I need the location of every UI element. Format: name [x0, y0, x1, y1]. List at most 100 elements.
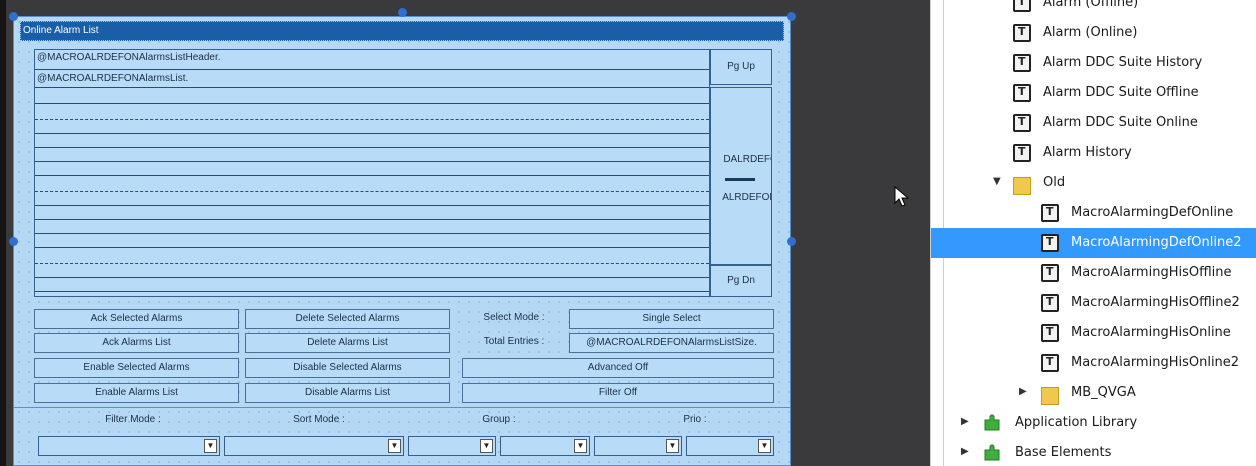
advanced-off-button[interactable]: Advanced Off	[462, 358, 774, 378]
template-icon	[1041, 234, 1059, 252]
prio-dropdown-a[interactable]: ▼	[594, 436, 682, 456]
list-row	[35, 264, 709, 278]
list-row	[35, 104, 709, 120]
tree-item-label: Alarm (Online)	[1043, 25, 1138, 40]
tree-item-label: Application Library	[1015, 415, 1138, 430]
tree-item-application-library[interactable]: ▶ Application Library	[931, 408, 1256, 438]
template-icon	[1013, 24, 1031, 42]
list-row	[35, 120, 709, 134]
group-dropdown-b[interactable]: ▼	[500, 436, 590, 456]
list-row	[35, 148, 709, 162]
expand-arrow-icon[interactable]: ▶	[961, 446, 969, 457]
template-icon	[1013, 54, 1031, 72]
list-row	[35, 192, 709, 206]
tree-item-label: Alarm DDC Suite History	[1043, 55, 1203, 70]
list-row	[35, 206, 709, 220]
template-icon	[1041, 324, 1059, 342]
chevron-down-icon[interactable]: ▼	[758, 439, 771, 453]
tree-item-alarm-ddc-online[interactable]: Alarm DDC Suite Online	[931, 108, 1256, 138]
designer-canvas[interactable]: Online Alarm List @MACROALRDEFONAlarmsLi…	[0, 0, 930, 466]
list-size-field[interactable]: @MACROALRDEFONAlarmsListSize.	[569, 333, 774, 353]
resize-handle[interactable]	[9, 237, 18, 246]
scroll-thumb[interactable]	[725, 178, 755, 181]
expand-arrow-icon[interactable]: ▶	[1019, 386, 1027, 397]
tree-item-alarm-ddc-history[interactable]: Alarm DDC Suite History	[931, 48, 1256, 78]
list-row	[35, 176, 709, 192]
tree-folder-old[interactable]: ▼ Old	[931, 168, 1256, 198]
template-icon	[1013, 84, 1031, 102]
tree-item-label: Alarm (Offline)	[1043, 0, 1139, 10]
group-label: Group :	[482, 414, 516, 425]
tree-folder-mb-qvga[interactable]: ▶ MB_QVGA	[931, 378, 1256, 408]
resize-handle[interactable]	[787, 12, 796, 21]
list-row	[35, 248, 709, 264]
frame-title[interactable]: Online Alarm List	[20, 21, 784, 41]
project-tree[interactable]: Alarm (Offline) Alarm (Online) Alarm DDC…	[930, 0, 1256, 466]
disable-alarms-list-button[interactable]: Disable Alarms List	[245, 383, 450, 403]
delete-alarms-list-button[interactable]: Delete Alarms List	[245, 333, 450, 353]
ack-selected-alarms-button[interactable]: Ack Selected Alarms	[34, 309, 239, 329]
alarm-listbox[interactable]: @MACROALRDEFONAlarmsListHeader. @MACROAL…	[34, 49, 710, 297]
ack-alarms-list-button[interactable]: Ack Alarms List	[34, 333, 239, 353]
list-scrollbar[interactable]: DALRDEFON ALRDEFONM	[710, 87, 772, 265]
tree-item-def-online2[interactable]: MacroAlarmingDefOnline2	[931, 228, 1256, 258]
tree-item-his-online[interactable]: MacroAlarmingHisOnline	[931, 318, 1256, 348]
template-icon	[1013, 114, 1031, 132]
list-row	[35, 162, 709, 176]
tree-item-label: Alarm History	[1043, 145, 1132, 160]
chevron-down-icon[interactable]: ▼	[388, 439, 401, 453]
tree-item-alarm-ddc-offline[interactable]: Alarm DDC Suite Offline	[931, 78, 1256, 108]
tree-item-his-offline2[interactable]: MacroAlarmingHisOffline2	[931, 288, 1256, 318]
tree-item-label: MB_QVGA	[1071, 385, 1136, 400]
resize-handle[interactable]	[398, 8, 407, 17]
canvas-edge	[0, 0, 6, 466]
list-row	[35, 234, 709, 248]
tree-item-alarm-history[interactable]: Alarm History	[931, 138, 1256, 168]
tree-item-label: Alarm DDC Suite Offline	[1043, 85, 1199, 100]
tree-item-def-online[interactable]: MacroAlarmingDefOnline	[931, 198, 1256, 228]
page-up-button[interactable]: Pg Up	[710, 49, 772, 85]
single-select-button[interactable]: Single Select	[569, 309, 774, 329]
template-icon	[1041, 354, 1059, 372]
tree-item-label: Base Elements	[1015, 445, 1112, 460]
enable-selected-alarms-button[interactable]: Enable Selected Alarms	[34, 358, 239, 378]
prio-dropdown-b[interactable]: ▼	[686, 436, 774, 456]
tree-item-alarm-online[interactable]: Alarm (Online)	[931, 18, 1256, 48]
select-mode-label: Select Mode :	[483, 312, 545, 323]
chevron-down-icon[interactable]: ▼	[666, 439, 679, 453]
puzzle-icon	[984, 444, 1000, 461]
template-icon	[1013, 144, 1031, 162]
alarm-list-frame[interactable]: Online Alarm List @MACROALRDEFONAlarmsLi…	[13, 16, 791, 466]
tree-item-his-online2[interactable]: MacroAlarmingHisOnline2	[931, 348, 1256, 378]
tree-item-label: Old	[1043, 175, 1066, 190]
tree-item-base-elements[interactable]: ▶ Base Elements	[931, 438, 1256, 466]
chevron-down-icon[interactable]: ▼	[574, 439, 587, 453]
expand-arrow-icon[interactable]: ▼	[993, 176, 1001, 187]
chevron-down-icon[interactable]: ▼	[204, 439, 217, 453]
chevron-down-icon[interactable]: ▼	[480, 439, 493, 453]
group-dropdown-a[interactable]: ▼	[408, 436, 496, 456]
list-row	[35, 134, 709, 148]
page-down-button[interactable]: Pg Dn	[710, 265, 772, 297]
tree-item-alarm-offline[interactable]: Alarm (Offline)	[931, 0, 1256, 18]
tree-item-label: MacroAlarmingHisOnline2	[1071, 355, 1240, 370]
disable-selected-alarms-button[interactable]: Disable Selected Alarms	[245, 358, 450, 378]
resize-handle[interactable]	[787, 237, 796, 246]
resize-handle[interactable]	[9, 12, 18, 21]
tree-item-his-offline[interactable]: MacroAlarmingHisOffline	[931, 258, 1256, 288]
template-icon	[1041, 204, 1059, 222]
sort-mode-dropdown[interactable]: ▼	[224, 436, 404, 456]
prio-label: Prio :	[683, 414, 707, 425]
tree-item-label: MacroAlarmingDefOnline	[1071, 205, 1234, 220]
total-entries-label: Total Entries :	[483, 336, 545, 347]
tree-item-label: MacroAlarmingHisOffline2	[1071, 295, 1240, 310]
expand-arrow-icon[interactable]: ▶	[961, 416, 969, 427]
filter-off-button[interactable]: Filter Off	[462, 383, 774, 403]
delete-selected-alarms-button[interactable]: Delete Selected Alarms	[245, 309, 450, 329]
filter-divider	[14, 407, 790, 408]
enable-alarms-list-button[interactable]: Enable Alarms List	[34, 383, 239, 403]
tree-item-label: MacroAlarmingHisOffline	[1071, 265, 1232, 280]
template-icon	[1013, 0, 1031, 12]
filter-mode-dropdown[interactable]: ▼	[38, 436, 220, 456]
filter-mode-label: Filter Mode :	[105, 414, 161, 425]
